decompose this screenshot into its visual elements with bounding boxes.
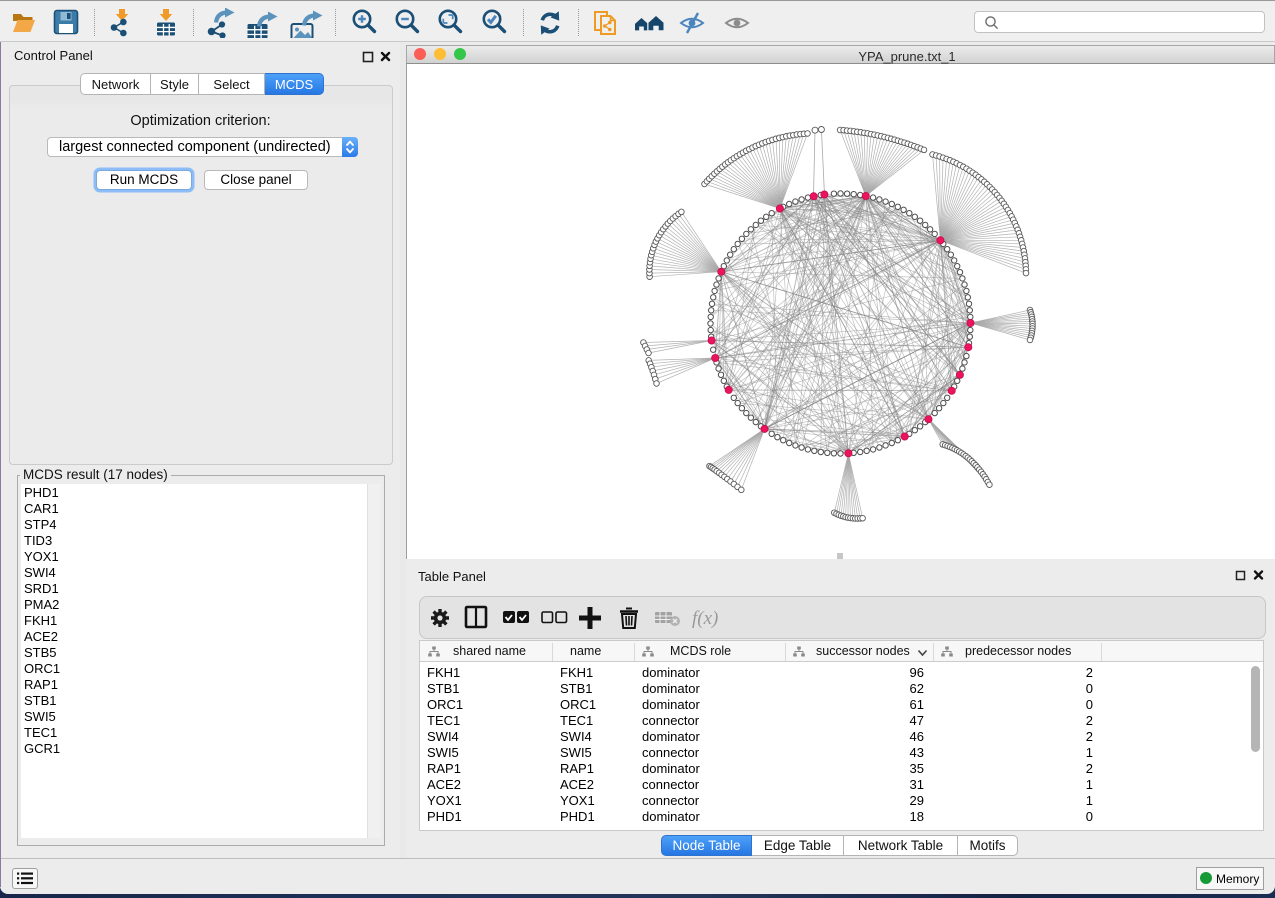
svg-text:f(x): f(x) [692,608,718,629]
